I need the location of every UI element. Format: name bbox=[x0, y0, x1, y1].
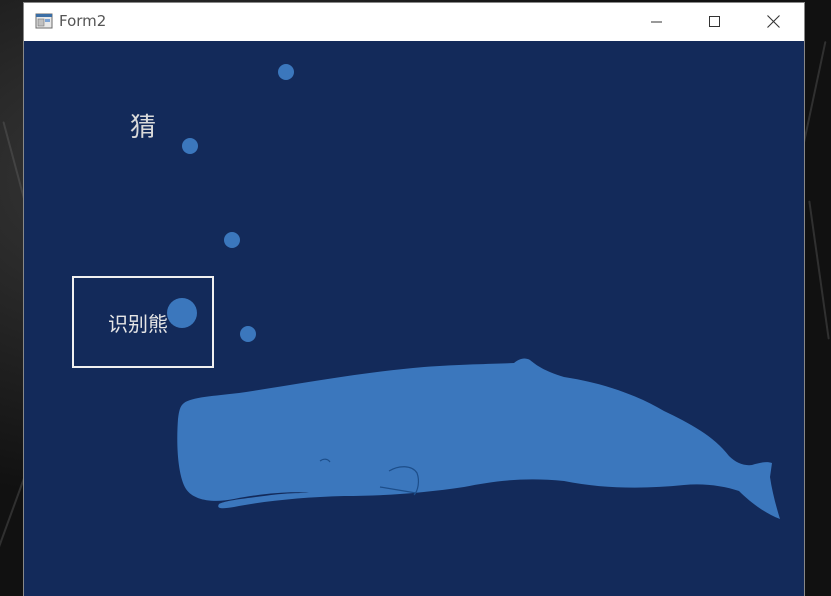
close-button[interactable] bbox=[744, 3, 802, 41]
close-icon bbox=[766, 13, 780, 32]
window-title: Form2 bbox=[59, 12, 107, 30]
form2-window: Form2 猜 识别熊 bbox=[24, 3, 804, 596]
sperm-whale-illustration bbox=[177, 358, 781, 519]
maximize-icon bbox=[709, 13, 721, 32]
minimize-icon bbox=[651, 13, 663, 32]
form-client-area: 猜 识别熊 bbox=[24, 41, 804, 596]
minimize-button[interactable] bbox=[628, 3, 686, 41]
maximize-button[interactable] bbox=[686, 3, 744, 41]
app-form-icon[interactable] bbox=[35, 12, 53, 30]
title-bar[interactable]: Form2 bbox=[24, 3, 804, 41]
